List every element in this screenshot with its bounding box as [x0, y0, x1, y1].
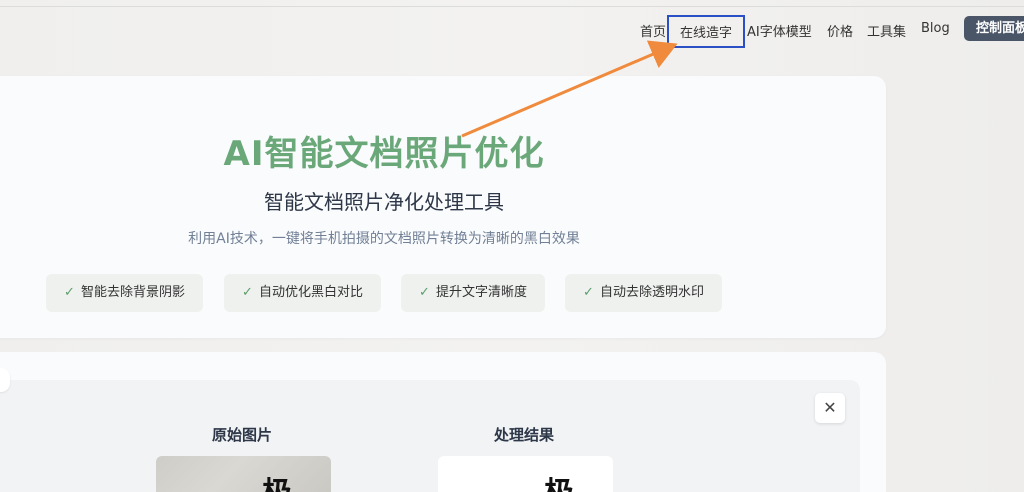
workspace-inner-panel	[0, 380, 860, 492]
top-divider	[0, 6, 1024, 7]
nav-ai-font-model[interactable]: AI字体模型	[747, 21, 812, 40]
feature-badge: ✓ 智能去除背景阴影	[46, 274, 203, 312]
nav-tools[interactable]: 工具集	[867, 21, 906, 40]
nav-pricing[interactable]: 价格	[827, 21, 853, 40]
nav-blog[interactable]: Blog	[921, 21, 950, 36]
close-icon: ✕	[823, 398, 837, 417]
feature-label: 自动优化黑白对比	[258, 285, 363, 300]
feature-label: 提升文字清晰度	[435, 285, 527, 300]
calligraphy-glyph-image: 极	[262, 468, 292, 492]
check-icon: ✓	[242, 285, 253, 300]
hero-subtitle: 智能文档照片净化处理工具	[264, 190, 504, 214]
calligraphy-glyph-image: 极	[544, 468, 574, 492]
feature-label: 自动去除透明水印	[599, 285, 704, 300]
hero-description: 利用AI技术，一键将手机拍摄的文档照片转换为清晰的黑白效果	[188, 231, 580, 247]
dashboard-button[interactable]: 控制面板	[964, 16, 1024, 41]
result-image-title: 处理结果	[494, 426, 555, 444]
check-icon: ✓	[419, 285, 430, 300]
feature-badge: ✓ 提升文字清晰度	[401, 274, 545, 312]
original-image-title: 原始图片	[212, 426, 273, 444]
nav-online-font-create[interactable]: 在线造字	[667, 15, 746, 48]
page: 首页 在线造字 AI字体模型 价格 工具集 Blog 控制面板 AI智能文档照片…	[0, 0, 1024, 492]
feature-badge: ✓ 自动优化黑白对比	[224, 274, 381, 312]
check-icon: ✓	[583, 285, 594, 300]
nav-home[interactable]: 首页	[640, 21, 666, 40]
feature-badge: ✓ 自动去除透明水印	[565, 274, 722, 312]
result-image: 极	[438, 456, 613, 492]
hero-title: AI智能文档照片优化	[223, 134, 545, 174]
top-nav: 首页 在线造字 AI字体模型 价格 工具集 Blog 控制面板	[0, 15, 1024, 48]
original-image: 极	[156, 456, 331, 492]
close-button[interactable]: ✕	[815, 393, 845, 423]
check-icon: ✓	[64, 285, 75, 300]
feature-label: 智能去除背景阴影	[80, 285, 185, 300]
